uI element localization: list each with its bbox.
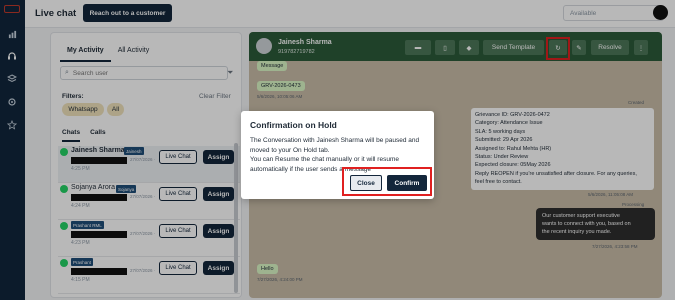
confirm-button[interactable]: Confirm — [387, 175, 427, 191]
dialog-title: Confirmation on Hold — [250, 120, 337, 130]
dialog-line: The Conversation with Jainesh Sharma wil… — [250, 137, 420, 144]
close-button[interactable]: Close — [350, 175, 382, 191]
dialog-line: moved to your On Hold tab. — [250, 146, 330, 154]
hold-confirmation-dialog: Confirmation on Hold The Conversation wi… — [241, 111, 434, 199]
dialog-line: You can Resume the chat manually or it w… — [250, 156, 399, 163]
